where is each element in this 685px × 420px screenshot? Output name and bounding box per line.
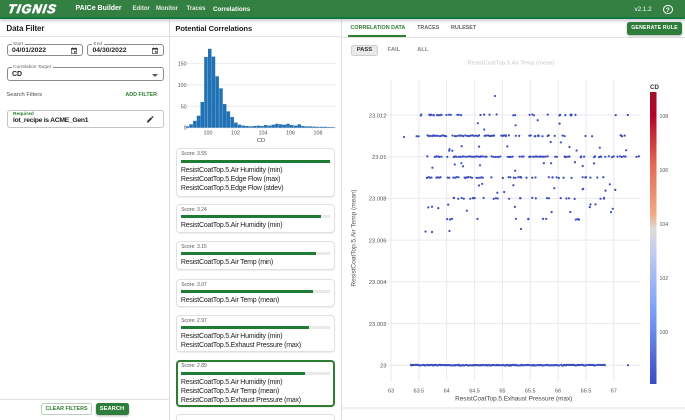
svg-text:106: 106	[660, 168, 669, 174]
svg-text:ResistCoatTop.5.Air Temp (mean: ResistCoatTop.5.Air Temp (mean)	[351, 189, 358, 286]
svg-text:23.01: 23.01	[372, 155, 387, 161]
svg-text:108: 108	[660, 114, 669, 120]
svg-text:102: 102	[660, 276, 669, 282]
svg-text:23.002: 23.002	[369, 322, 387, 328]
svg-text:63.5: 63.5	[414, 389, 425, 395]
svg-text:CD: CD	[650, 84, 659, 91]
svg-text:CD: CD	[257, 138, 265, 144]
svg-text:65: 65	[499, 389, 505, 395]
svg-text:150: 150	[178, 61, 187, 67]
svg-text:64: 64	[444, 389, 450, 395]
svg-text:102: 102	[231, 131, 240, 137]
svg-text:66.5: 66.5	[581, 389, 592, 395]
svg-text:100: 100	[660, 330, 669, 336]
svg-text:100: 100	[204, 131, 213, 137]
svg-text:23.008: 23.008	[369, 197, 387, 203]
svg-text:64.5: 64.5	[469, 389, 480, 395]
svg-text:66: 66	[555, 389, 561, 395]
svg-text:65.5: 65.5	[525, 389, 536, 395]
svg-text:50: 50	[181, 104, 187, 110]
svg-text:23: 23	[380, 364, 386, 370]
svg-text:67: 67	[611, 389, 617, 395]
svg-text:23.004: 23.004	[369, 280, 388, 286]
svg-text:0: 0	[184, 126, 187, 132]
svg-text:23.012: 23.012	[369, 113, 387, 119]
svg-text:ResistCoatTop.5.Air Temp (mean: ResistCoatTop.5.Air Temp (mean)	[468, 61, 555, 67]
svg-text:104: 104	[259, 131, 268, 137]
svg-text:100: 100	[178, 83, 187, 89]
svg-text:23.006: 23.006	[369, 238, 387, 244]
svg-text:108: 108	[314, 131, 323, 137]
svg-text:ResistCoatTop.5.Exhaust Pressu: ResistCoatTop.5.Exhaust Pressure (max)	[455, 396, 572, 403]
svg-text:63: 63	[388, 389, 394, 395]
svg-text:106: 106	[286, 131, 295, 137]
svg-text:104: 104	[660, 222, 669, 228]
